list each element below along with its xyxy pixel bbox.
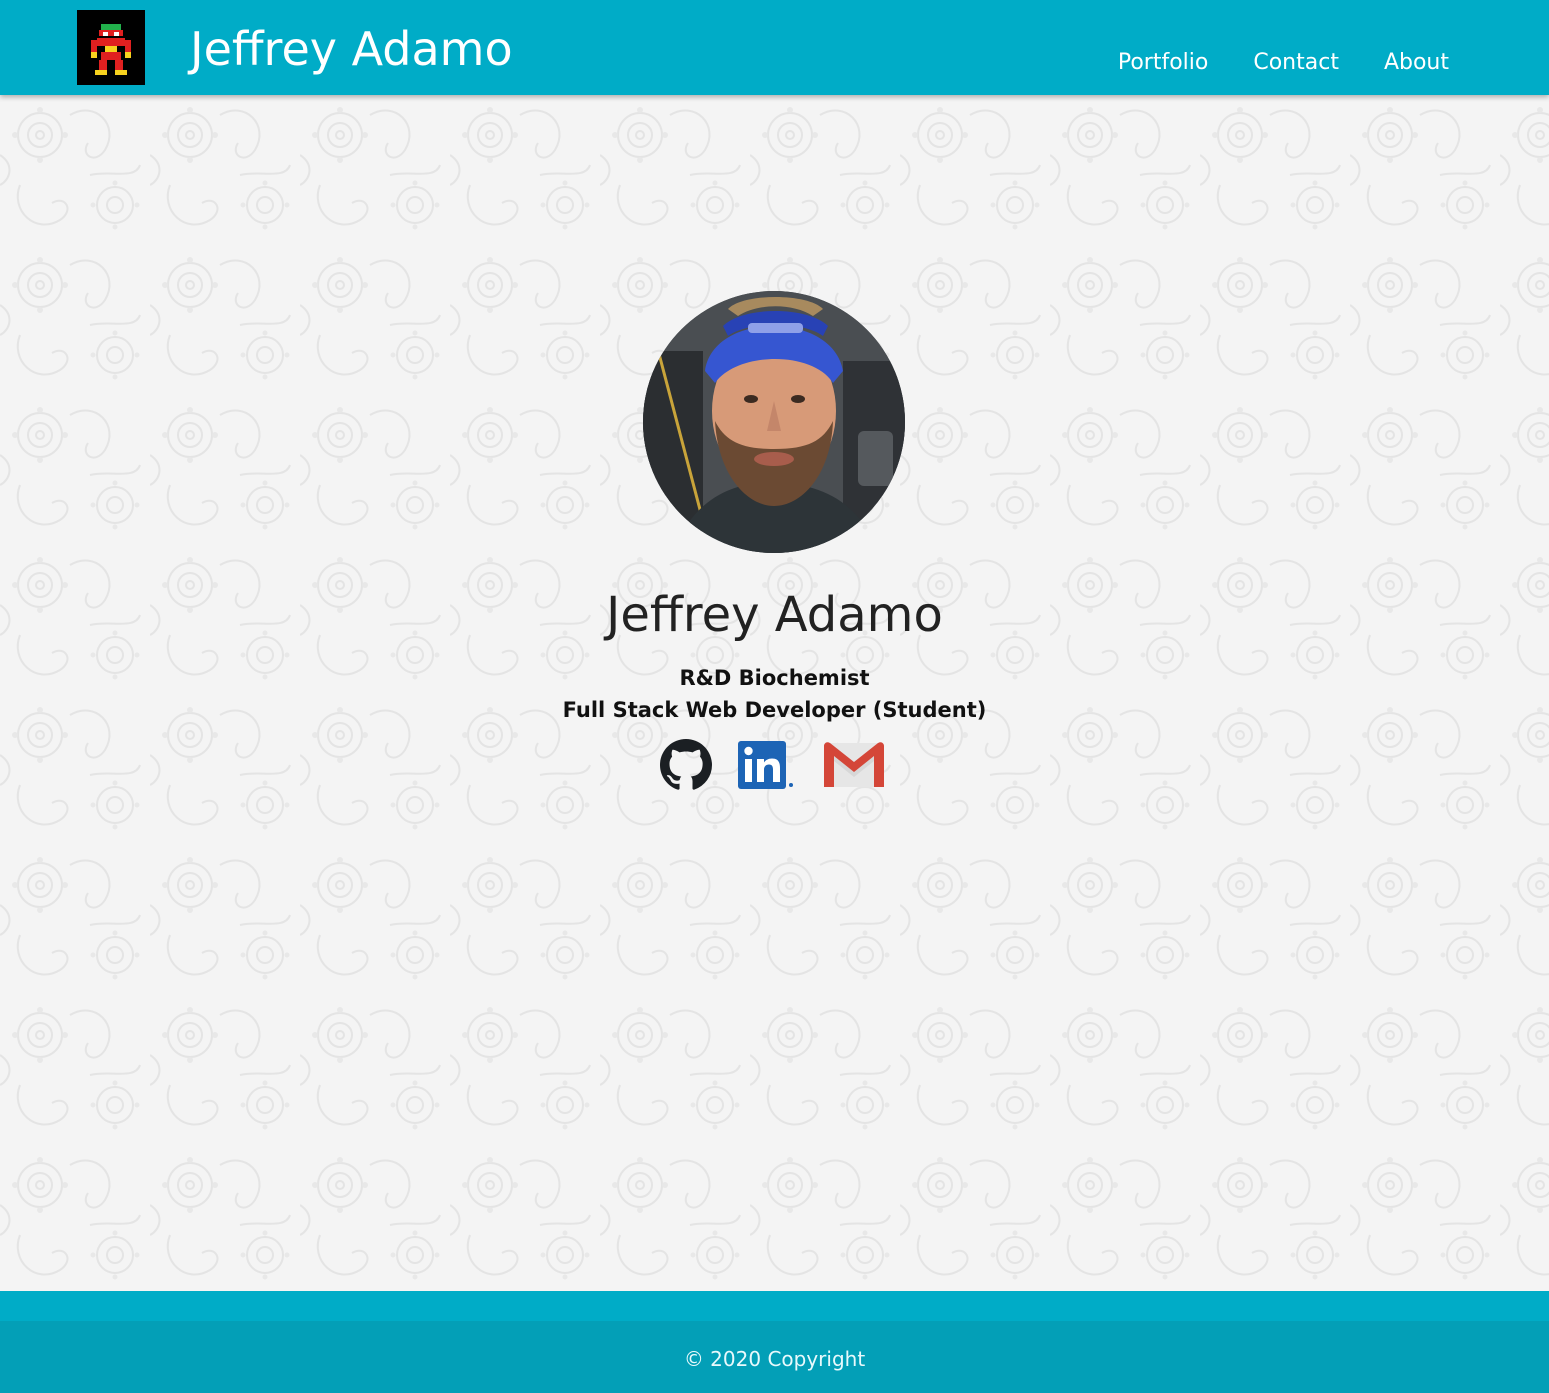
main-content: Jeffrey Adamo R&D Biochemist Full Stack … — [0, 95, 1549, 1291]
github-link[interactable] — [660, 739, 712, 791]
profile-name: Jeffrey Adamo — [606, 587, 943, 643]
brand-link[interactable]: Jeffrey Adamo — [190, 19, 513, 79]
nav-portfolio[interactable]: Portfolio — [1118, 45, 1209, 81]
site-footer: © 2020 Copyright — [0, 1321, 1549, 1393]
profile-title-developer: Full Stack Web Developer (Student) — [562, 698, 987, 722]
site-header: Jeffrey Adamo Portfolio Contact About — [0, 0, 1549, 95]
footer-top-band — [0, 1291, 1549, 1321]
linkedin-link[interactable] — [737, 739, 797, 791]
nav-contact[interactable]: Contact — [1253, 45, 1339, 81]
profile-photo — [643, 291, 905, 553]
gmail-link[interactable] — [820, 739, 888, 791]
paisley-background — [0, 95, 1549, 1291]
main-nav: Portfolio Contact About — [1118, 45, 1449, 81]
gmail-icon — [824, 742, 884, 787]
copyright-text: © 2020 Copyright — [683, 1347, 866, 1371]
profile-title-biochemist: R&D Biochemist — [679, 666, 870, 690]
github-icon — [660, 739, 712, 790]
pixel-robot-icon[interactable] — [77, 10, 145, 85]
nav-about[interactable]: About — [1384, 45, 1449, 81]
pixel-robot-graphic — [77, 10, 145, 85]
social-links — [0, 737, 1549, 793]
linkedin-icon — [738, 741, 793, 789]
profile-avatar — [643, 291, 905, 553]
